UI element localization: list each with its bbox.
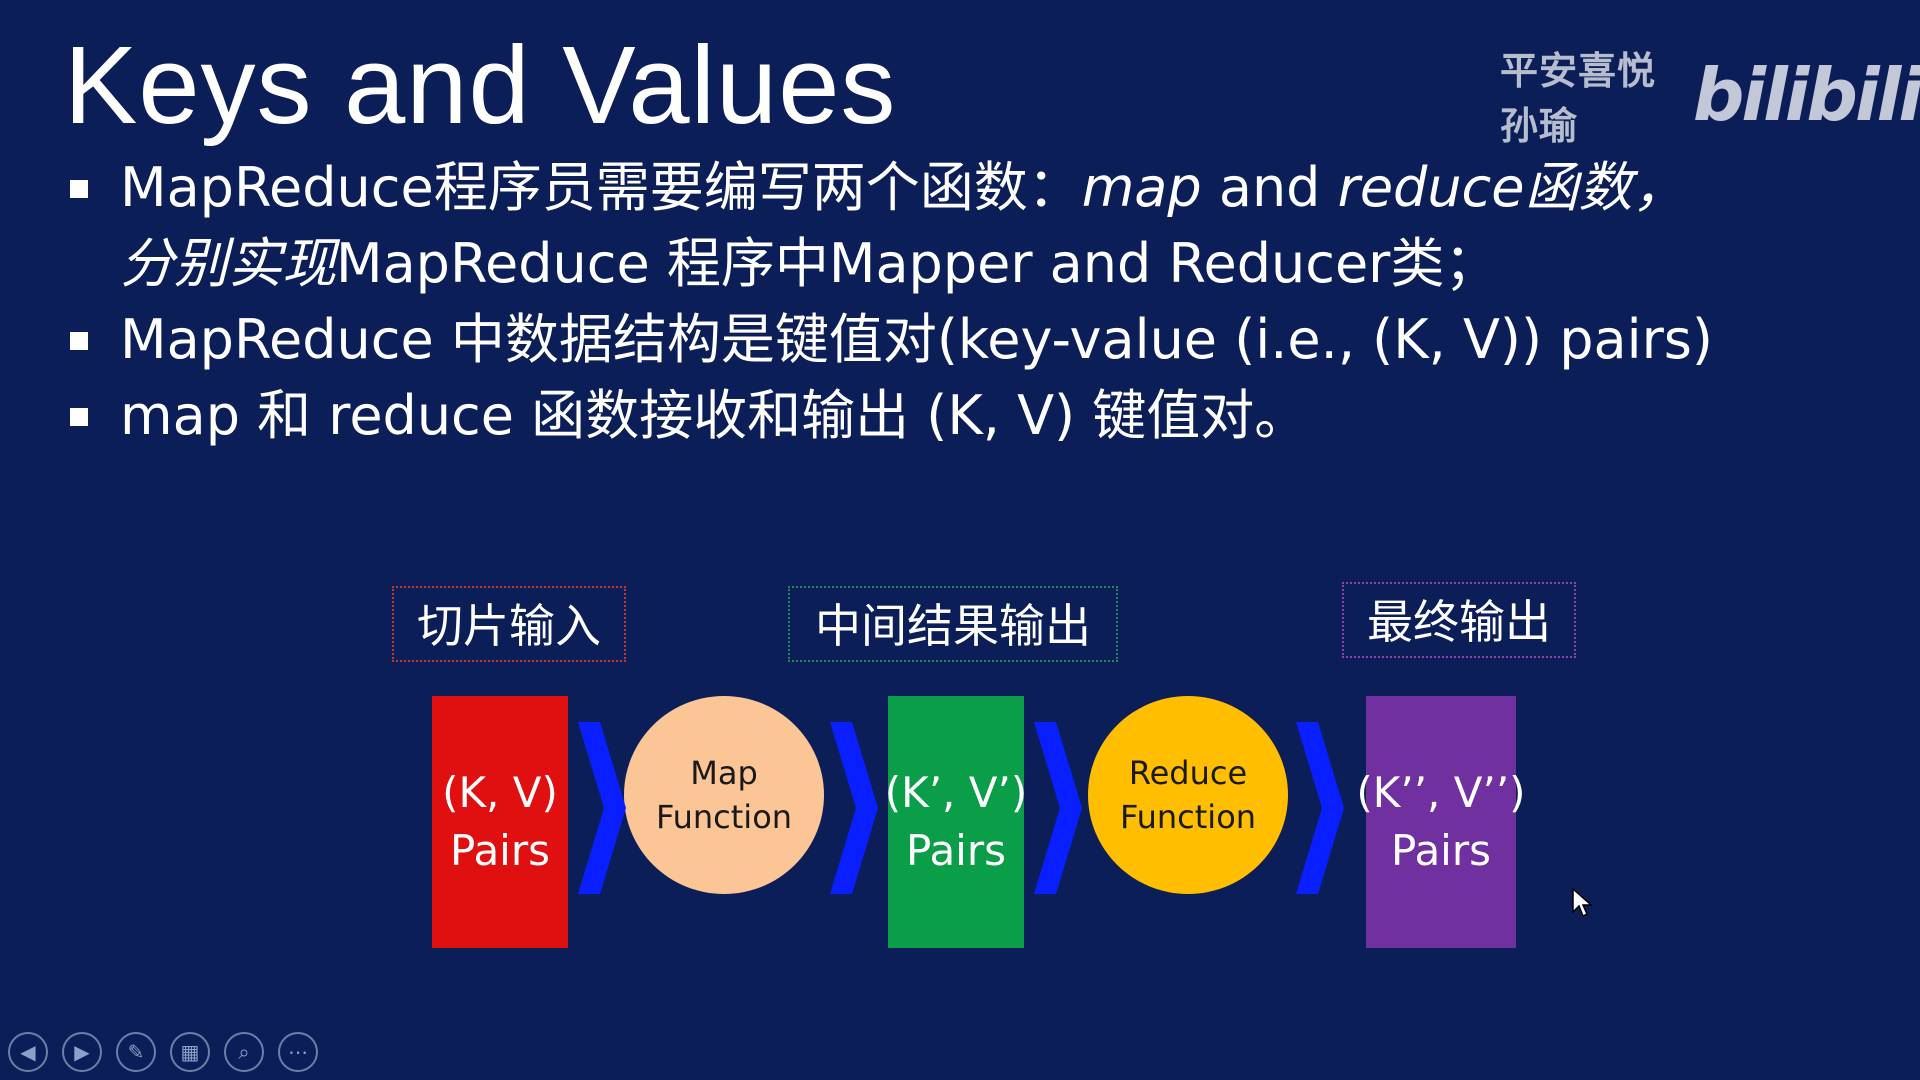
- function-caption: Function: [655, 798, 793, 836]
- intermediate-pairs-box: (K’, V’) Pairs: [884, 696, 1028, 948]
- pair-caption: Pairs: [450, 826, 550, 875]
- watermark: 平安喜悦孙瑜 bilibili: [1500, 40, 1920, 150]
- ellipsis-icon: ⋯: [288, 1040, 308, 1064]
- chevron-right-icon: [830, 722, 878, 894]
- pair-caption: Pairs: [1391, 826, 1491, 875]
- more-options-button[interactable]: ⋯: [278, 1032, 318, 1072]
- pair-key-value: (K’’, V’’): [1356, 768, 1526, 817]
- mouse-cursor-icon: [1572, 888, 1592, 918]
- function-name: Reduce: [1128, 754, 1248, 792]
- previous-slide-button[interactable]: ◀: [8, 1032, 48, 1072]
- bullet-text-part: 分别实现: [120, 232, 336, 295]
- label-final: 最终输出: [1342, 582, 1576, 658]
- bullet-list: MapReduce程序员需要编写两个函数：map and reduce函数， 分别…: [66, 150, 1866, 454]
- presentation-controls: ◀ ▶ ✎ ▦ ⌕ ⋯: [8, 1032, 318, 1072]
- reduce-function-circle: Reduce Function: [1088, 696, 1288, 894]
- bilibili-logo: bilibili: [1692, 53, 1920, 137]
- label-input: 切片输入: [392, 586, 626, 662]
- arrow-left-icon: ◀: [20, 1040, 36, 1064]
- bullet-item: MapReduce程序员需要编写两个函数：map and reduce函数， 分别…: [66, 150, 1866, 302]
- slide: Keys and Values 平安喜悦孙瑜 bilibili MapReduc…: [0, 0, 1920, 1080]
- slide-title: Keys and Values: [64, 24, 897, 147]
- bullet-item: map 和 reduce 函数接收和输出 (K, V) 键值对。: [66, 378, 1866, 454]
- pen-tool-button[interactable]: ✎: [116, 1032, 156, 1072]
- pair-key-value: (K, V): [442, 768, 558, 817]
- pen-icon: ✎: [127, 1040, 145, 1064]
- bullet-text-part: map 和 reduce 函数接收和输出 (K, V) 键值对。: [120, 384, 1309, 447]
- magnifier-icon: ⌕: [238, 1040, 250, 1064]
- pair-caption: Pairs: [906, 826, 1006, 875]
- slide-view-button[interactable]: ▦: [170, 1032, 210, 1072]
- bullet-marker-icon: [70, 408, 88, 426]
- bullet-text-part: MapReduce 中数据结构是键值对(key-value (i.e., (K,…: [120, 308, 1713, 371]
- chevron-right-icon: [578, 722, 626, 894]
- label-intermediate: 中间结果输出: [788, 586, 1118, 662]
- function-name: Map: [690, 754, 758, 792]
- bullet-item: MapReduce 中数据结构是键值对(key-value (i.e., (K,…: [66, 302, 1866, 378]
- input-pairs-box: (K, V) Pairs: [432, 696, 568, 948]
- function-caption: Function: [1119, 798, 1257, 836]
- arrow-right-icon: ▶: [74, 1040, 90, 1064]
- bullet-text-part: and: [1201, 156, 1338, 219]
- grid-icon: ▦: [180, 1040, 200, 1064]
- final-pairs-box: (K’’, V’’) Pairs: [1356, 696, 1526, 948]
- zoom-button[interactable]: ⌕: [224, 1032, 264, 1072]
- map-function-circle: Map Function: [624, 696, 824, 894]
- bullet-text-part: map: [1081, 156, 1202, 219]
- bullet-marker-icon: [70, 180, 88, 198]
- chevron-right-icon: [1034, 722, 1082, 894]
- chevron-right-icon: [1296, 722, 1344, 894]
- pair-key-value: (K’, V’): [884, 768, 1028, 817]
- next-slide-button[interactable]: ▶: [62, 1032, 102, 1072]
- watermark-user: 平安喜悦孙瑜: [1500, 49, 1657, 148]
- bullet-text-part: reduce函数，: [1337, 156, 1687, 219]
- bullet-marker-icon: [70, 332, 88, 350]
- bullet-text-part: MapReduce 程序中Mapper and Reducer类；: [336, 232, 1499, 295]
- bullet-text-part: MapReduce程序员需要编写两个函数：: [120, 156, 1082, 219]
